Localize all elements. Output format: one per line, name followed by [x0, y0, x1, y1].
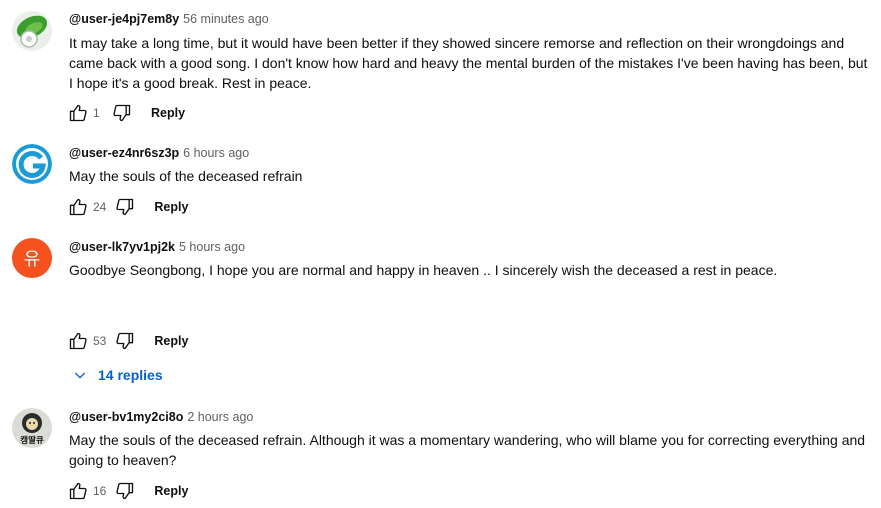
- dislike-icon[interactable]: [114, 196, 136, 218]
- comment-meta: @user-lk7yv1pj2k 5 hours ago: [69, 240, 245, 254]
- reply-button[interactable]: Reply: [151, 106, 185, 120]
- view-replies-button[interactable]: 14 replies: [72, 364, 163, 386]
- author-handle[interactable]: @user-lk7yv1pj2k: [69, 240, 175, 254]
- comment-meta: @user-ez4nr6sz3p 6 hours ago: [69, 146, 249, 160]
- author-handle[interactable]: @user-bv1my2ci8o: [69, 410, 183, 424]
- author-handle[interactable]: @user-je4pj7em8y: [69, 12, 179, 26]
- dislike-icon[interactable]: [111, 102, 133, 124]
- avatar-letter: 유: [23, 249, 41, 270]
- timestamp[interactable]: 2 hours ago: [187, 410, 253, 424]
- comment-actions: 16 Reply: [67, 479, 188, 503]
- author-handle[interactable]: @user-ez4nr6sz3p: [69, 146, 179, 160]
- replies-count-label: 14 replies: [98, 367, 163, 383]
- letter-avatar-icon[interactable]: 유: [12, 238, 52, 278]
- comment-actions: 24 Reply: [67, 195, 188, 219]
- chevron-down-icon: [72, 367, 88, 383]
- like-count: 24: [93, 200, 107, 214]
- comment-meta: @user-je4pj7em8y 56 minutes ago: [69, 12, 269, 26]
- like-count: 1: [93, 106, 100, 120]
- like-count: 53: [93, 334, 107, 348]
- comment-text: It may take a long time, but it would ha…: [69, 35, 868, 91]
- dislike-icon[interactable]: [114, 330, 136, 352]
- timestamp[interactable]: 6 hours ago: [183, 146, 249, 160]
- like-icon[interactable]: [67, 480, 89, 502]
- like-icon[interactable]: [67, 196, 89, 218]
- comment-text: Goodbye Seongbong, I hope you are normal…: [69, 262, 778, 278]
- reply-button[interactable]: Reply: [154, 334, 188, 348]
- like-icon[interactable]: [67, 102, 89, 124]
- green-leaf-avatar-icon[interactable]: [12, 11, 52, 51]
- reply-button[interactable]: Reply: [154, 200, 188, 214]
- timestamp[interactable]: 56 minutes ago: [183, 12, 268, 26]
- reply-button[interactable]: Reply: [154, 484, 188, 498]
- comment-actions: 53 Reply: [67, 329, 188, 353]
- character-avatar-icon[interactable]: 캥딸큐: [12, 408, 52, 448]
- like-count: 16: [93, 484, 107, 498]
- comment-text: May the souls of the deceased refrain: [69, 168, 303, 184]
- comment-actions: 1 Reply: [67, 101, 185, 125]
- like-icon[interactable]: [67, 330, 89, 352]
- dislike-icon[interactable]: [114, 480, 136, 502]
- letter-g-avatar-icon[interactable]: [12, 144, 52, 184]
- comment-text: May the souls of the deceased refrain. A…: [69, 432, 866, 468]
- avatar-caption: 캥딸큐: [20, 436, 44, 446]
- comment-meta: @user-bv1my2ci8o 2 hours ago: [69, 410, 253, 424]
- timestamp[interactable]: 5 hours ago: [179, 240, 245, 254]
